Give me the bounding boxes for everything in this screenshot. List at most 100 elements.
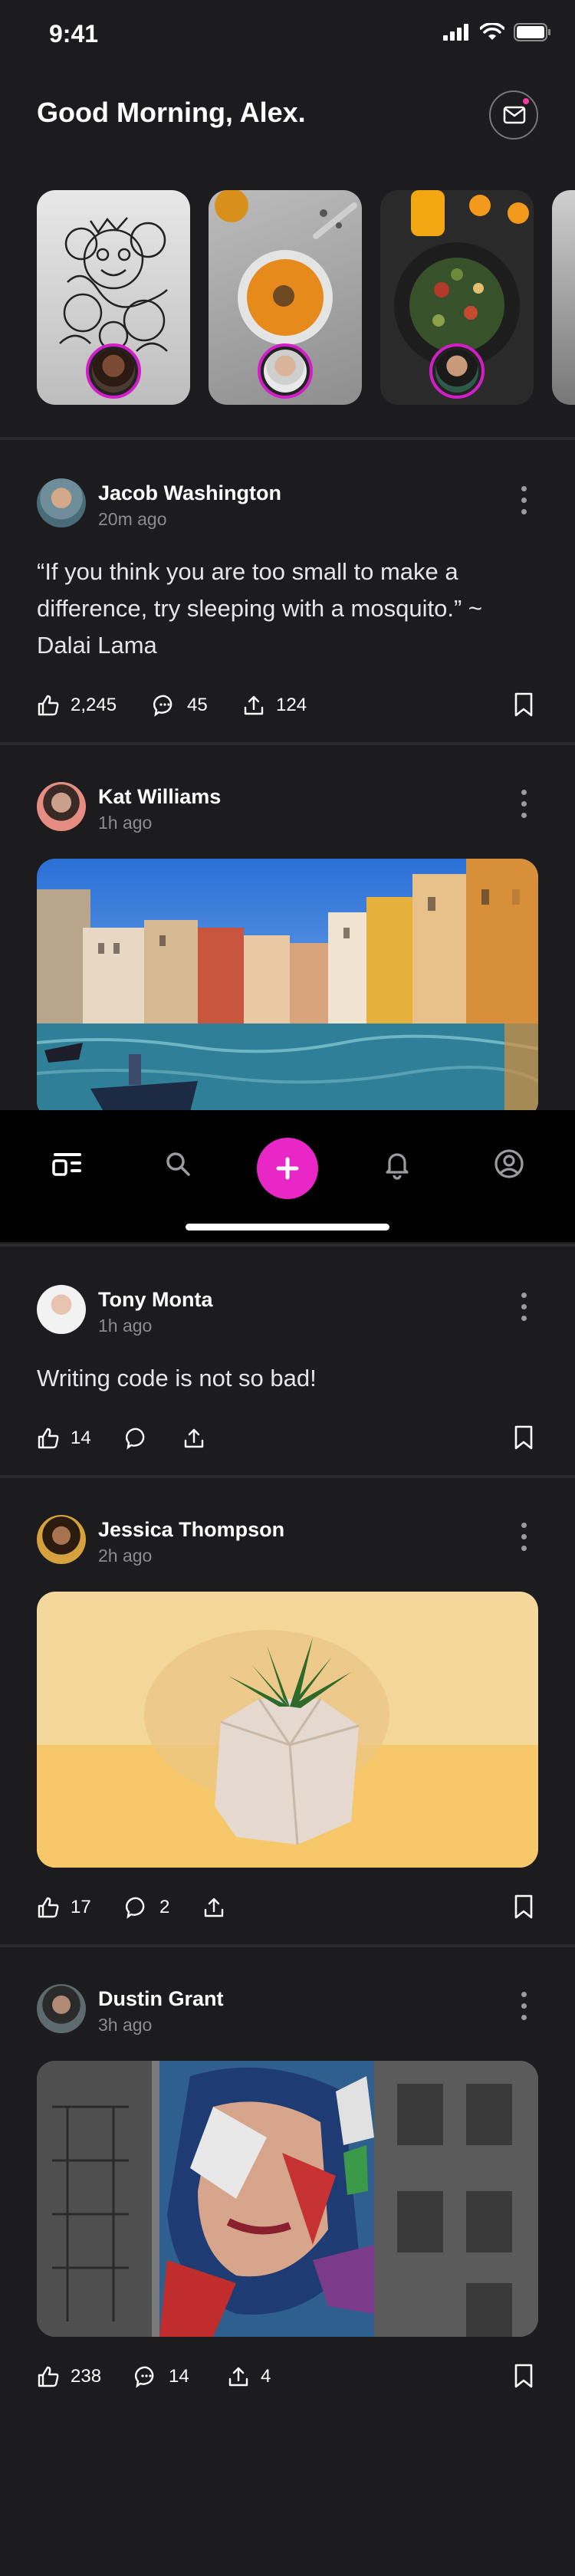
post-time: 20m ago xyxy=(98,509,167,529)
share-button[interactable] xyxy=(202,1892,225,1923)
share-icon xyxy=(204,1898,224,1917)
like-button[interactable]: 238 xyxy=(37,2361,101,2392)
divider xyxy=(0,1944,575,1947)
comment-icon xyxy=(126,1428,145,1450)
more-vertical-icon[interactable] xyxy=(520,1992,527,2026)
post-header: Dustin Grant 3h ago xyxy=(37,1984,538,2039)
greeting-title: Good Morning, Alex. xyxy=(37,97,306,128)
post-time: 1h ago xyxy=(98,1316,153,1336)
thumbs-up-icon xyxy=(38,1897,59,1918)
status-icons xyxy=(443,23,552,41)
comment-button[interactable]: 45 xyxy=(153,690,208,721)
comment-count: 14 xyxy=(169,2366,189,2387)
avatar[interactable] xyxy=(37,1515,86,1564)
post-author[interactable]: Kat Williams xyxy=(98,785,221,809)
post-time: 3h ago xyxy=(98,2015,153,2035)
like-count: 14 xyxy=(71,1428,91,1448)
more-vertical-icon[interactable] xyxy=(520,486,527,520)
post-author[interactable]: Jacob Washington xyxy=(98,481,281,505)
post-actions: 238 14 4 xyxy=(37,2361,538,2392)
more-vertical-icon[interactable] xyxy=(520,1523,527,1556)
profile-icon[interactable] xyxy=(492,1147,526,1181)
post-header: Kat Williams 1h ago xyxy=(37,782,538,837)
bell-icon[interactable] xyxy=(380,1147,414,1181)
post-author[interactable]: Jessica Thompson xyxy=(98,1518,284,1542)
header: Good Morning, Alex. xyxy=(37,84,538,146)
share-button[interactable]: 4 xyxy=(227,2361,271,2392)
story-avatar xyxy=(258,343,313,399)
story-card[interactable] xyxy=(37,190,190,405)
comment-count: 45 xyxy=(187,695,208,715)
like-count: 17 xyxy=(71,1897,91,1917)
street-mural-image[interactable] xyxy=(37,2061,538,2337)
bookmark-icon[interactable] xyxy=(514,2363,534,2389)
post-author[interactable]: Dustin Grant xyxy=(98,1987,224,2011)
thumbs-up-icon xyxy=(38,2366,59,2387)
avatar[interactable] xyxy=(37,478,86,527)
like-button[interactable]: 17 xyxy=(37,1892,91,1923)
post-author[interactable]: Tony Monta xyxy=(98,1288,212,1312)
wifi-icon xyxy=(480,23,504,40)
share-count: 124 xyxy=(276,695,307,715)
like-button[interactable]: 14 xyxy=(37,1423,91,1454)
venice-canal-image[interactable] xyxy=(37,859,538,1119)
bookmark-icon[interactable] xyxy=(514,1894,534,1920)
search-icon[interactable] xyxy=(161,1147,195,1181)
battery-icon xyxy=(514,23,550,41)
post-actions: 17 2 xyxy=(37,1892,538,1923)
post-actions: 14 xyxy=(37,1423,538,1454)
share-icon xyxy=(184,1428,204,1448)
share-count: 4 xyxy=(261,2366,271,2387)
thumbs-up-icon xyxy=(38,1428,59,1449)
like-button[interactable]: 2,245 xyxy=(37,690,117,721)
story-card[interactable] xyxy=(552,190,575,405)
post-time: 2h ago xyxy=(98,1546,153,1566)
post-text: Writing code is not so bad! xyxy=(37,1365,317,1392)
divider xyxy=(0,1244,575,1247)
story-avatar xyxy=(429,343,485,399)
more-vertical-icon[interactable] xyxy=(520,790,527,823)
avatar[interactable] xyxy=(37,782,86,831)
add-post-button[interactable] xyxy=(257,1138,318,1199)
comment-button[interactable]: 14 xyxy=(135,2361,189,2392)
divider xyxy=(0,1475,575,1478)
add-icon xyxy=(276,1157,299,1180)
post-time: 1h ago xyxy=(98,813,153,833)
comment-icon xyxy=(126,1897,145,1919)
inbox-button[interactable] xyxy=(489,90,538,140)
share-icon xyxy=(228,2367,248,2387)
divider xyxy=(0,437,575,440)
status-time: 9:41 xyxy=(49,20,99,48)
more-vertical-icon[interactable] xyxy=(520,1293,527,1326)
story-card[interactable] xyxy=(380,190,534,405)
status-bar: 9:41 xyxy=(0,0,575,69)
share-button[interactable] xyxy=(182,1423,205,1454)
bookmark-icon[interactable] xyxy=(514,1424,534,1451)
signal-icon xyxy=(443,24,468,41)
bookmark-icon[interactable] xyxy=(514,692,534,718)
comment-button[interactable] xyxy=(126,1423,149,1454)
comment-button[interactable]: 2 xyxy=(126,1892,169,1923)
share-icon xyxy=(244,695,264,715)
like-count: 2,245 xyxy=(71,695,117,715)
thumbs-up-icon xyxy=(38,695,59,716)
succulent-plant-image[interactable] xyxy=(37,1592,538,1868)
story-card[interactable] xyxy=(209,190,362,405)
stories-carousel[interactable] xyxy=(37,190,575,405)
avatar[interactable] xyxy=(37,1285,86,1334)
comment-icon xyxy=(135,2366,154,2388)
post-actions: 2,245 45 124 xyxy=(37,690,538,721)
notification-dot xyxy=(521,97,531,106)
comment-icon xyxy=(153,695,172,717)
feed-icon[interactable] xyxy=(51,1147,84,1181)
post-header: Jacob Washington 20m ago xyxy=(37,478,538,534)
comment-count: 2 xyxy=(159,1897,170,1917)
bottom-tab-bar xyxy=(0,1110,575,1242)
share-button[interactable]: 124 xyxy=(242,690,307,721)
home-indicator[interactable] xyxy=(186,1224,389,1230)
post-header: Tony Monta 1h ago xyxy=(37,1285,538,1340)
post-text: “If you think you are too small to make … xyxy=(37,558,482,659)
divider xyxy=(0,742,575,745)
avatar[interactable] xyxy=(37,1984,86,2033)
story-avatar xyxy=(86,343,141,399)
